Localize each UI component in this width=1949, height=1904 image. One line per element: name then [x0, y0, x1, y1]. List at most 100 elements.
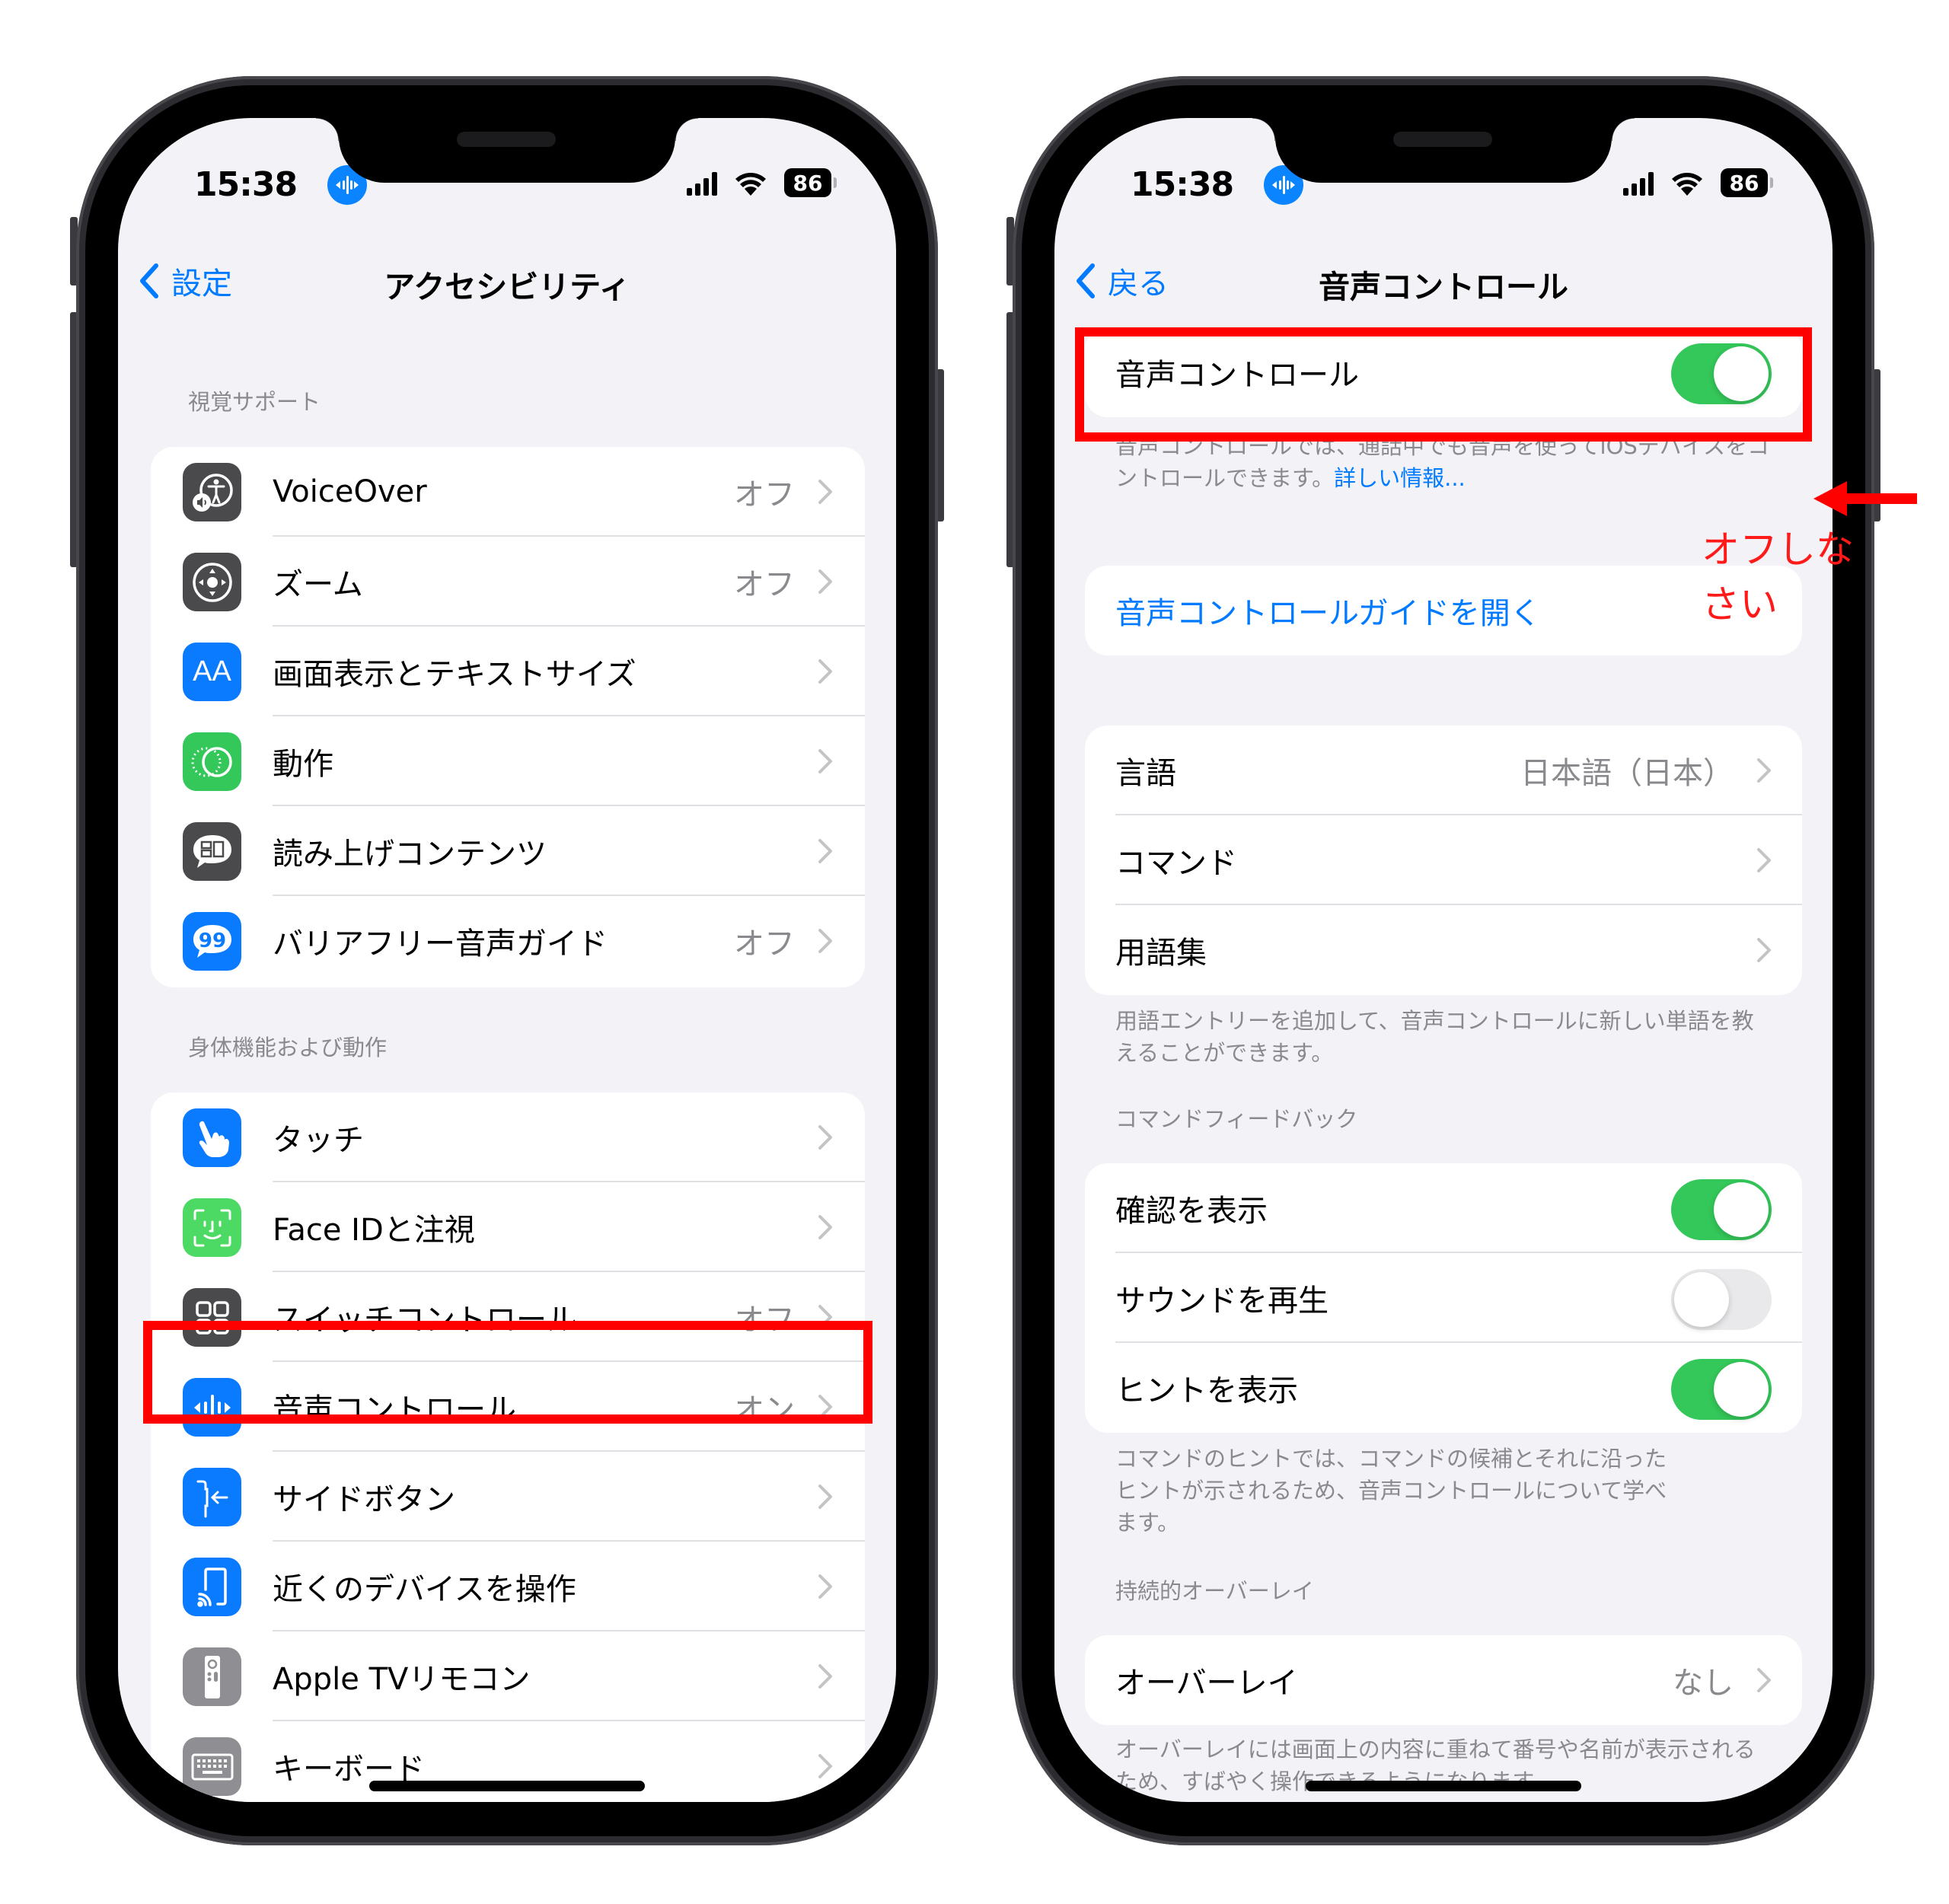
icon-glyph: AA: [193, 655, 231, 687]
side-button-icon: [183, 1468, 241, 1526]
show-hints-row: ヒントを表示: [1085, 1343, 1802, 1433]
toggle-knob: [1674, 1272, 1729, 1327]
vocabulary-description: 用語エントリーを追加して、音声コントロールに新しい単語を教えることができます。: [1115, 1008, 1754, 1066]
physical-motor-list: タッチ Face IDと注視 スイッチコントロール オフ 音声コントロール オン…: [151, 1092, 865, 1802]
apple-tv-remote-icon: [183, 1647, 241, 1706]
red-arrow-left-icon: [1813, 481, 1917, 516]
list-item-vocabulary[interactable]: 用語集: [1085, 905, 1802, 995]
status-time: 15:38: [1131, 165, 1234, 204]
play-sound-toggle[interactable]: [1671, 1269, 1772, 1330]
chevron-right-icon: [818, 1574, 832, 1599]
open-guide-row[interactable]: 音声コントロールガイドを開く: [1085, 566, 1802, 655]
item-label: オーバーレイ: [1115, 1666, 1298, 1701]
item-value: オン: [734, 1392, 795, 1427]
home-indicator[interactable]: [1306, 1781, 1581, 1791]
item-label: 用語集: [1115, 936, 1207, 971]
settings-list: 言語 日本語（日本） コマンド 用語集: [1085, 726, 1802, 995]
chevron-right-icon: [818, 1754, 832, 1778]
list-item-touch[interactable]: タッチ: [151, 1092, 865, 1182]
item-value: なし: [1673, 1666, 1734, 1701]
show-hints-toggle[interactable]: [1671, 1359, 1772, 1420]
voice-control-toggle-card: 音声コントロール: [1085, 327, 1802, 417]
item-label: 音声コントロール: [273, 1392, 516, 1427]
play-sound-row: サウンドを再生: [1085, 1253, 1802, 1343]
item-label: 音声コントロール: [1115, 358, 1359, 393]
voice-control-toggle[interactable]: [1671, 343, 1772, 404]
list-item-audio-descriptions[interactable]: 99 バリアフリー音声ガイド オフ: [151, 896, 865, 986]
spoken-content-icon: [183, 822, 241, 881]
item-label: VoiceOver: [273, 474, 427, 509]
chevron-right-icon: [818, 1664, 832, 1689]
open-guide-link[interactable]: 音声コントロールガイドを開く: [1115, 588, 1541, 633]
chevron-right-icon: [818, 1485, 832, 1509]
annotation-turn-off-text: オフしなさい: [1702, 528, 1854, 627]
chevron-right-icon: [818, 1305, 832, 1329]
section-header-continuous-overlay: 持続的オーバーレイ: [1115, 1578, 1314, 1604]
toggle-knob: [1714, 1182, 1769, 1237]
list-item-voiceover[interactable]: VoiceOver オフ: [151, 447, 865, 537]
list-item-display-text-size[interactable]: AA 画面表示とテキストサイズ: [151, 627, 865, 716]
list-item-side-button[interactable]: サイドボタン: [151, 1452, 865, 1542]
command-feedback-list: 確認を表示 サウンドを再生 ヒントを表示: [1085, 1163, 1802, 1433]
guide-card: 音声コントロールガイドを開く: [1085, 566, 1802, 655]
chevron-right-icon: [818, 480, 832, 504]
wifi-icon: [735, 173, 766, 196]
item-value: オフ: [734, 567, 795, 602]
nav-bar: 戻る 音声コントロール: [1054, 240, 1833, 316]
item-value: オフ: [734, 1303, 795, 1338]
list-item-language[interactable]: 言語 日本語（日本）: [1085, 726, 1802, 815]
item-label: 読み上げコンテンツ: [273, 837, 547, 872]
list-item-commands[interactable]: コマンド: [1085, 815, 1802, 905]
item-label: サイドボタン: [273, 1482, 455, 1517]
item-label: 近くのデバイスを操作: [273, 1572, 576, 1607]
cellular-signal-icon: [1623, 171, 1654, 196]
nav-bar: 設定 アクセシビリティ: [118, 240, 896, 316]
list-item-overlay[interactable]: オーバーレイ なし: [1085, 1635, 1802, 1725]
screen-accessibility: 15:38 86 設定 アクセシビリティ 視覚サポート VoiceOver オフ: [118, 118, 896, 1802]
item-label: 画面表示とテキストサイズ: [273, 657, 636, 692]
phone-right: 15:38 86 戻る 音声コントロール 音声コントロール 音声コントロールでは…: [1006, 76, 1917, 1845]
item-label: タッチ: [273, 1123, 364, 1158]
list-item-motion[interactable]: 動作: [151, 716, 865, 806]
speaker: [1393, 132, 1492, 147]
section-header-physical-motor: 身体機能および動作: [188, 1035, 388, 1060]
svg-text:99: 99: [198, 930, 225, 952]
home-indicator[interactable]: [369, 1781, 645, 1791]
chevron-right-icon: [1757, 758, 1771, 783]
chevron-right-icon: [1757, 848, 1771, 872]
switch-control-icon: [183, 1288, 241, 1347]
show-confirmation-toggle[interactable]: [1671, 1179, 1772, 1240]
list-item-control-nearby-devices[interactable]: 近くのデバイスを操作: [151, 1542, 865, 1631]
page-title: アクセシビリティ: [384, 269, 630, 305]
list-item-face-id-attention[interactable]: Face IDと注視: [151, 1182, 865, 1272]
list-item-spoken-content[interactable]: 読み上げコンテンツ: [151, 806, 865, 896]
overlay-card: オーバーレイ なし: [1085, 1635, 1802, 1725]
list-item-switch-control[interactable]: スイッチコントロール オフ: [151, 1272, 865, 1362]
section-header-vision: 視覚サポート: [188, 389, 321, 415]
item-label: コマンド: [1115, 846, 1237, 881]
item-label: サウンドを再生: [1115, 1284, 1329, 1319]
list-item-voice-control[interactable]: 音声コントロール オン: [151, 1362, 865, 1452]
chevron-right-icon: [818, 839, 832, 863]
list-item-zoom[interactable]: ズーム オフ: [151, 537, 865, 627]
keyboard-icon: [183, 1737, 241, 1796]
chevron-right-icon: [818, 749, 832, 773]
voiceover-icon: [183, 463, 241, 521]
item-label: Face IDと注視: [273, 1213, 475, 1248]
speaker: [457, 132, 556, 147]
list-item-apple-tv-remote[interactable]: Apple TVリモコン: [151, 1631, 865, 1721]
item-label: ヒントを表示: [1115, 1373, 1298, 1408]
toggle-knob: [1714, 346, 1769, 401]
item-label: 言語: [1115, 756, 1176, 791]
item-value: オフ: [734, 926, 795, 962]
learn-more-link[interactable]: 詳しい情報...: [1334, 465, 1466, 491]
chevron-right-icon: [818, 659, 832, 684]
motion-icon: [183, 732, 241, 791]
item-label: バリアフリー音声ガイド: [273, 926, 608, 962]
voice-control-toggle-row: 音声コントロール: [1085, 327, 1802, 417]
wifi-icon: [1672, 173, 1702, 196]
cellular-signal-icon: [687, 171, 717, 196]
item-label: Apple TVリモコン: [273, 1662, 531, 1697]
touch-icon: [183, 1108, 241, 1167]
phone-left: 15:38 86 設定 アクセシビリティ 視覚サポート VoiceOver オフ: [70, 76, 944, 1845]
